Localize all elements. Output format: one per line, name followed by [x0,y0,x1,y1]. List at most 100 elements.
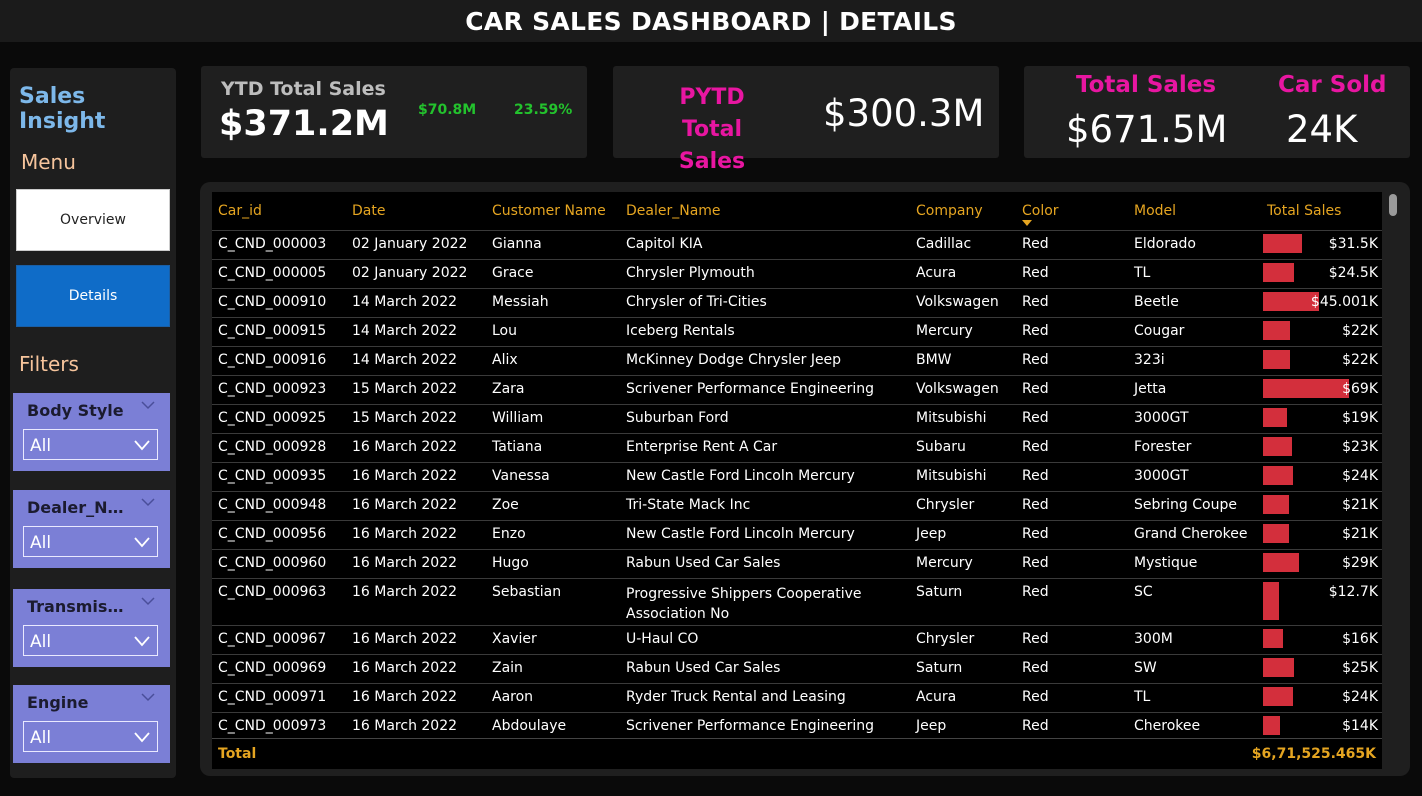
table-cell-color: Red [1016,491,1128,521]
filter-value: All [30,436,52,456]
table-cell-customer: Vanessa [486,462,620,492]
table-cell-date: 14 March 2022 [346,317,486,347]
table-row[interactable]: C_CND_000969 16 March 2022 Zain Rabun Used … [212,654,1382,684]
table-row[interactable]: C_CND_000928 16 March 2022 Tatiana Enterpri… [212,433,1382,463]
table-row[interactable]: C_CND_000003 02 January 2022 Gianna Capitol… [212,230,1382,260]
sales-bar [1263,716,1280,735]
details-button[interactable]: Details [16,265,170,327]
table-cell-date: 02 January 2022 [346,259,486,289]
total-value: $6,71,525.465K [1251,746,1376,762]
sales-value: $25K [1342,660,1378,676]
table-cell-model: SC [1128,578,1261,626]
column-header-date[interactable]: Date [346,192,486,231]
chevron-down-icon[interactable] [140,691,156,703]
kpi-total-card: Total Sales Car Sold $671.5M 24K [1024,66,1410,158]
sales-value: $24.5K [1328,265,1378,281]
kpi-value: $671.5M [1066,108,1228,151]
table-cell-color: Red [1016,549,1128,579]
table-row[interactable]: C_CND_000971 16 March 2022 Aaron Ryder Truc… [212,683,1382,713]
table-row[interactable]: C_CND_000956 16 March 2022 Enzo New Castle … [212,520,1382,550]
table-cell-car-id: C_CND_000928 [212,433,346,463]
body-style-select[interactable]: All [23,429,158,460]
kpi-label: Total Sales [1076,72,1217,98]
table-cell-model: Mystique [1128,549,1261,579]
table-row[interactable]: C_CND_000935 16 March 2022 Vanessa New Cast… [212,462,1382,492]
column-header-customer-name[interactable]: Customer Name [486,192,620,231]
table-cell-dealer: U-Haul CO [620,625,910,655]
table-cell-customer: Xavier [486,625,620,655]
table-cell-dealer: Capitol KIA [620,230,910,260]
table-row[interactable]: C_CND_000005 02 January 2022 Grace Chrysler… [212,259,1382,289]
table-cell-dealer: New Castle Ford Lincoln Mercury [620,462,910,492]
table-total-row: Total $6,71,525.465K [212,738,1382,769]
table-row[interactable]: C_CND_000925 15 March 2022 William Suburban… [212,404,1382,434]
table-cell-car-id: C_CND_000956 [212,520,346,550]
table-cell-total-sales: $16K [1261,625,1382,655]
table-cell-color: Red [1016,404,1128,434]
table-cell-total-sales: $23K [1261,433,1382,463]
table-cell-dealer: Iceberg Rentals [620,317,910,347]
table-cell-total-sales: $21K [1261,520,1382,550]
table-cell-customer: Zoe [486,491,620,521]
table-cell-total-sales: $21K [1261,491,1382,521]
table-row[interactable]: C_CND_000967 16 March 2022 Xavier U-Haul CO… [212,625,1382,655]
table-row[interactable]: C_CND_000948 16 March 2022 Zoe Tri-State Ma… [212,491,1382,521]
table-cell-date: 16 March 2022 [346,462,486,492]
sales-bar [1263,234,1302,253]
table-row[interactable]: C_CND_000915 14 March 2022 Lou Iceberg Rent… [212,317,1382,347]
column-header-company[interactable]: Company [910,192,1016,231]
table-cell-model: 300M [1128,625,1261,655]
transmission-select[interactable]: All [23,625,158,656]
table-cell-color: Red [1016,433,1128,463]
engine-select[interactable]: All [23,721,158,752]
scrollbar-thumb[interactable] [1389,194,1397,216]
table-row[interactable]: C_CND_000960 16 March 2022 Hugo Rabun Used … [212,549,1382,579]
table-cell-customer: William [486,404,620,434]
column-header-dealer-name[interactable]: Dealer_Name [620,192,910,231]
table-cell-dealer: Scrivener Performance Engineering [620,375,910,405]
table-cell-color: Red [1016,520,1128,550]
sales-bar [1263,350,1290,369]
table-cell-company: Volkswagen [910,288,1016,318]
table-row[interactable]: C_CND_000963 16 March 2022 Sebastian Progre… [212,578,1382,626]
filter-value: All [30,632,52,652]
details-table-viewport[interactable]: Car_id Date Customer Name Dealer_Name Co… [212,192,1382,767]
table-row[interactable]: C_CND_000916 14 March 2022 Alix McKinney Do… [212,346,1382,376]
table-cell-color: Red [1016,346,1128,376]
table-scrollbar[interactable] [1388,192,1398,768]
column-header-color[interactable]: Color [1016,192,1128,231]
sidebar: Sales Insight Menu Overview Details Filt… [10,68,176,778]
dealer-name-select[interactable]: All [23,526,158,557]
filters-label: Filters [19,352,79,376]
sales-bar [1263,379,1349,398]
filter-transmission: Transmissi... All [13,589,170,667]
column-header-total-sales[interactable]: Total Sales [1261,192,1382,231]
sales-value: $19K [1342,410,1378,426]
sales-value: $16K [1342,631,1378,647]
table-cell-model: Forester [1128,433,1261,463]
table-cell-company: Mitsubishi [910,404,1016,434]
table-cell-model: 323i [1128,346,1261,376]
column-header-car-id[interactable]: Car_id [212,192,346,231]
table-cell-dealer: Rabun Used Car Sales [620,549,910,579]
table-cell-dealer: New Castle Ford Lincoln Mercury [620,520,910,550]
table-cell-date: 16 March 2022 [346,549,486,579]
table-row[interactable]: C_CND_000910 14 March 2022 Messiah Chrysler… [212,288,1382,318]
table-cell-color: Red [1016,259,1128,289]
chevron-down-icon[interactable] [140,496,156,508]
brand-title: Sales Insight [19,84,106,134]
column-header-model[interactable]: Model [1128,192,1261,231]
kpi-label: YTD Total Sales [221,78,386,100]
table-cell-car-id: C_CND_000948 [212,491,346,521]
table-cell-date: 15 March 2022 [346,404,486,434]
chevron-down-icon[interactable] [140,399,156,411]
overview-button[interactable]: Overview [16,189,170,251]
chevron-down-icon[interactable] [140,595,156,607]
table-cell-company: Acura [910,259,1016,289]
filter-dealer-name: Dealer_Na... All [13,490,170,568]
kpi-growth-pct: 23.59% [514,102,573,118]
table-cell-model: TL [1128,259,1261,289]
table-cell-model: Eldorado [1128,230,1261,260]
table-cell-customer: Aaron [486,683,620,713]
table-row[interactable]: C_CND_000923 15 March 2022 Zara Scrivener P… [212,375,1382,405]
